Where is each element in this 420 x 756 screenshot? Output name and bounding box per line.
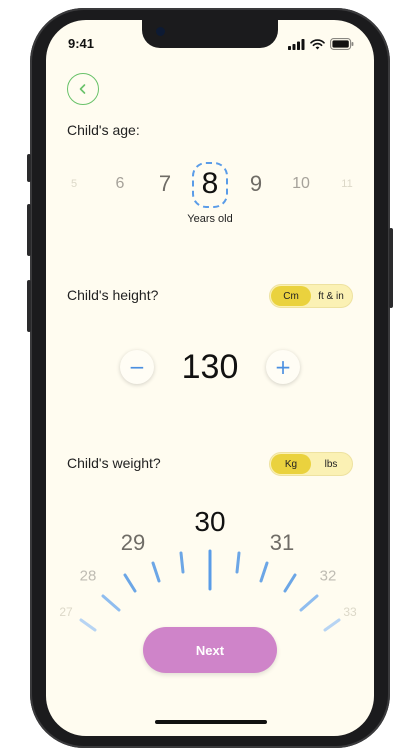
- dial-value[interactable]: 27: [59, 606, 72, 618]
- dial-tick: [151, 561, 161, 583]
- dial-value[interactable]: 29: [121, 532, 145, 554]
- dial-tick: [299, 594, 319, 612]
- dial-tick: [79, 618, 97, 632]
- dial-value[interactable]: 28: [80, 569, 97, 584]
- mute-switch: [27, 154, 31, 182]
- volume-down-button: [27, 280, 31, 332]
- volume-up-button: [27, 204, 31, 256]
- dial-selected-value[interactable]: 30: [194, 508, 225, 536]
- dial-tick: [283, 573, 297, 593]
- dial-tick: [101, 594, 121, 612]
- dial-value[interactable]: 31: [270, 532, 294, 554]
- dial-tick: [323, 618, 341, 632]
- app-screen: 9:41 Child's age: 5 6 7 8 9 10 11 Years …: [46, 20, 374, 736]
- dial-tick: [235, 551, 241, 574]
- dial-value[interactable]: 33: [343, 606, 356, 618]
- home-indicator: [155, 720, 267, 724]
- next-button[interactable]: Next: [143, 627, 277, 673]
- dial-tick: [179, 551, 185, 574]
- dial-tick: [259, 561, 269, 583]
- dial-tick: [123, 573, 137, 593]
- power-button: [389, 228, 393, 308]
- dial-value[interactable]: 32: [320, 569, 337, 584]
